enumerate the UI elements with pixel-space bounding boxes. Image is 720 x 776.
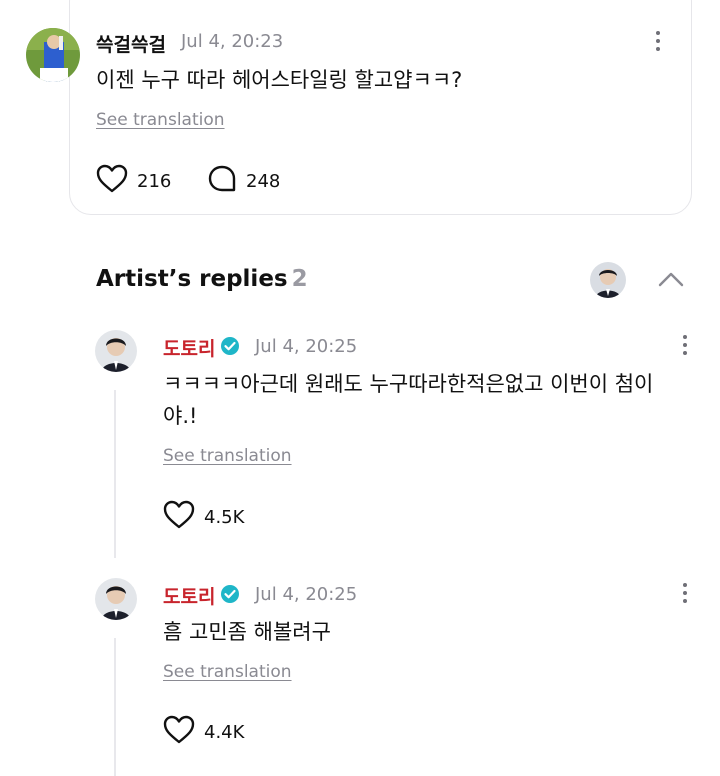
reply-author-name[interactable]: 도토리 [163, 582, 215, 609]
post-comment-button[interactable]: 248 [207, 164, 280, 198]
post-like-count: 216 [137, 170, 172, 192]
heart-icon [163, 715, 195, 749]
reply-more-button[interactable] [678, 580, 692, 606]
reply-thread-line [114, 638, 116, 776]
reply-author-name[interactable]: 도토리 [163, 334, 215, 361]
collapse-button[interactable] [656, 268, 686, 290]
post-timestamp: Jul 4, 20:23 [181, 31, 284, 52]
post-text: 이젠 누구 따라 헤어스타일링 할고얍ㅋㅋ? [96, 68, 463, 92]
reply-like-button[interactable]: 4.5K [163, 500, 244, 534]
reply-more-button[interactable] [678, 332, 692, 358]
reply-like-button[interactable]: 4.4K [163, 715, 244, 749]
heart-icon [96, 164, 128, 198]
artist-replies-title: Artist’s replies [96, 266, 288, 292]
verified-badge-icon [220, 336, 240, 360]
post-see-translation-link[interactable]: See translation [96, 110, 225, 130]
reply-like-count: 4.5K [204, 506, 245, 528]
reply-like-count: 4.4K [204, 721, 245, 743]
post-like-button[interactable]: 216 [96, 164, 171, 198]
speech-bubble-icon [207, 164, 237, 198]
reply-text-line1: 흠 고민좀 해볼려구 [163, 620, 331, 644]
verified-badge-icon [220, 584, 240, 608]
reply-author-avatar[interactable] [95, 578, 137, 620]
reply-text-line1: ㅋㅋㅋㅋ아근데 원래도 누구따라한적은없고 이번이 첨이 [163, 372, 654, 396]
reply-author-avatar[interactable] [95, 330, 137, 372]
reply-text-line2: 야.! [163, 404, 198, 428]
artist-replies-count: 2 [291, 266, 308, 292]
reply-timestamp: Jul 4, 20:25 [255, 336, 358, 357]
artist-avatar-small[interactable] [590, 262, 626, 298]
reply-see-translation-link[interactable]: See translation [163, 662, 292, 682]
post-author-avatar[interactable] [26, 28, 80, 82]
reply-timestamp: Jul 4, 20:25 [255, 584, 358, 605]
heart-icon [163, 500, 195, 534]
reply-see-translation-link[interactable]: See translation [163, 446, 292, 466]
reply-thread-line [114, 390, 116, 558]
artist-replies-header: Artist’s replies 2 [96, 266, 308, 292]
post-author-name[interactable]: 쓱걸쓱걸 [96, 30, 166, 57]
post-comment-count: 248 [246, 170, 281, 192]
post-more-button[interactable] [651, 28, 665, 54]
chevron-up-icon [656, 272, 686, 294]
